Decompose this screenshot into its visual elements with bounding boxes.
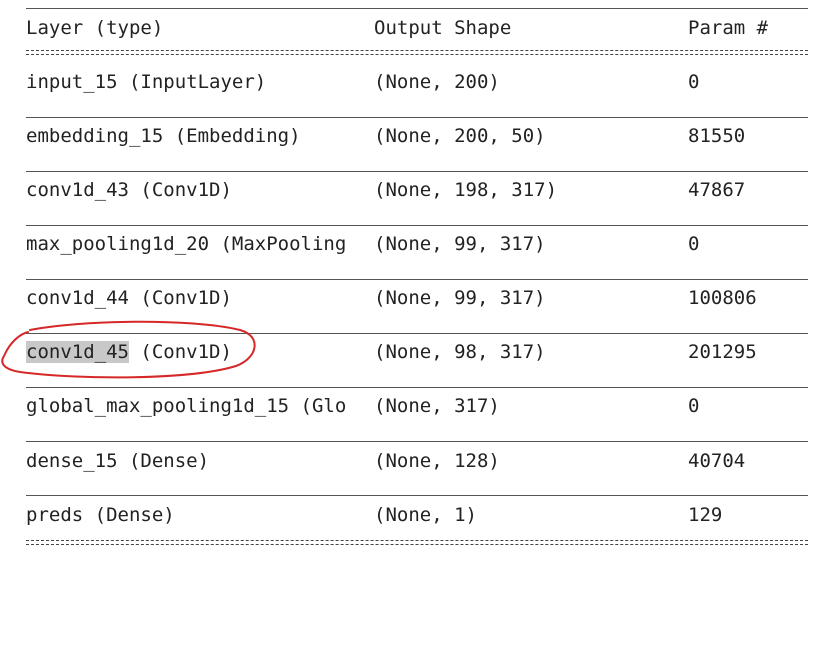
row-divider: [26, 225, 808, 226]
output-shape: (None, 200, 50): [374, 125, 546, 147]
output-shape: (None, 317): [374, 395, 500, 417]
layer-name: conv1d_44 (Conv1D): [26, 287, 232, 309]
table-row: conv1d_43 (Conv1D) (None, 198, 317) 4786…: [0, 175, 818, 205]
row-divider: [26, 387, 808, 388]
param-count: 0: [688, 71, 700, 93]
output-shape: (None, 98, 317): [374, 341, 546, 363]
top-rule: [26, 8, 808, 9]
output-shape: (None, 200): [374, 71, 500, 93]
layer-name: global_max_pooling1d_15 (Glo: [26, 395, 347, 417]
param-count: 40704: [688, 450, 746, 472]
param-count: 0: [688, 395, 700, 417]
row-divider: [26, 333, 808, 334]
output-shape: (None, 128): [374, 450, 500, 472]
selected-text[interactable]: conv1d_45: [26, 341, 129, 363]
table-row: dense_15 (Dense) (None, 128) 40704: [0, 446, 818, 476]
output-shape: (None, 99, 317): [374, 233, 546, 255]
param-count: 100806: [688, 287, 757, 309]
table-row: global_max_pooling1d_15 (Glo (None, 317)…: [0, 391, 818, 421]
param-count: 201295: [688, 341, 757, 363]
layer-name[interactable]: conv1d_45 (Conv1D): [26, 337, 374, 367]
summary-header: Layer (type) Output Shape Param #: [0, 13, 818, 43]
header-layer-type: Layer (type): [26, 17, 164, 39]
output-shape: (None, 99, 317): [374, 287, 546, 309]
header-output-shape: Output Shape: [374, 17, 512, 39]
param-count: 0: [688, 233, 700, 255]
table-row: input_15 (InputLayer) (None, 200) 0: [0, 67, 818, 97]
row-divider: [26, 279, 808, 280]
footer-double-rule: [26, 540, 808, 545]
table-row: conv1d_44 (Conv1D) (None, 99, 317) 10080…: [0, 283, 818, 313]
table-row-highlighted[interactable]: conv1d_45 (Conv1D) (None, 98, 317) 20129…: [0, 337, 818, 367]
layer-name: conv1d_43 (Conv1D): [26, 179, 232, 201]
model-summary: Layer (type) Output Shape Param # input_…: [0, 0, 818, 553]
layer-name: preds (Dense): [26, 504, 175, 526]
output-shape: (None, 1): [374, 504, 477, 526]
param-count: 129: [688, 504, 723, 526]
layer-type: (Conv1D): [128, 341, 232, 363]
row-divider: [26, 441, 808, 442]
row-divider: [26, 495, 808, 496]
layer-name: max_pooling1d_20 (MaxPooling: [26, 233, 347, 255]
param-count: 81550: [688, 125, 746, 147]
table-row: max_pooling1d_20 (MaxPooling (None, 99, …: [0, 229, 818, 259]
layer-name: dense_15 (Dense): [26, 450, 210, 472]
layer-name: embedding_15 (Embedding): [26, 125, 301, 147]
table-row: embedding_15 (Embedding) (None, 200, 50)…: [0, 121, 818, 151]
layer-name: input_15 (InputLayer): [26, 71, 267, 93]
output-shape: (None, 198, 317): [374, 179, 558, 201]
table-row: preds (Dense) (None, 1) 129: [0, 500, 818, 530]
header-double-rule: [26, 50, 808, 55]
row-divider: [26, 171, 808, 172]
header-param-count: Param #: [688, 17, 769, 39]
row-divider: [26, 117, 808, 118]
param-count: 47867: [688, 179, 746, 201]
